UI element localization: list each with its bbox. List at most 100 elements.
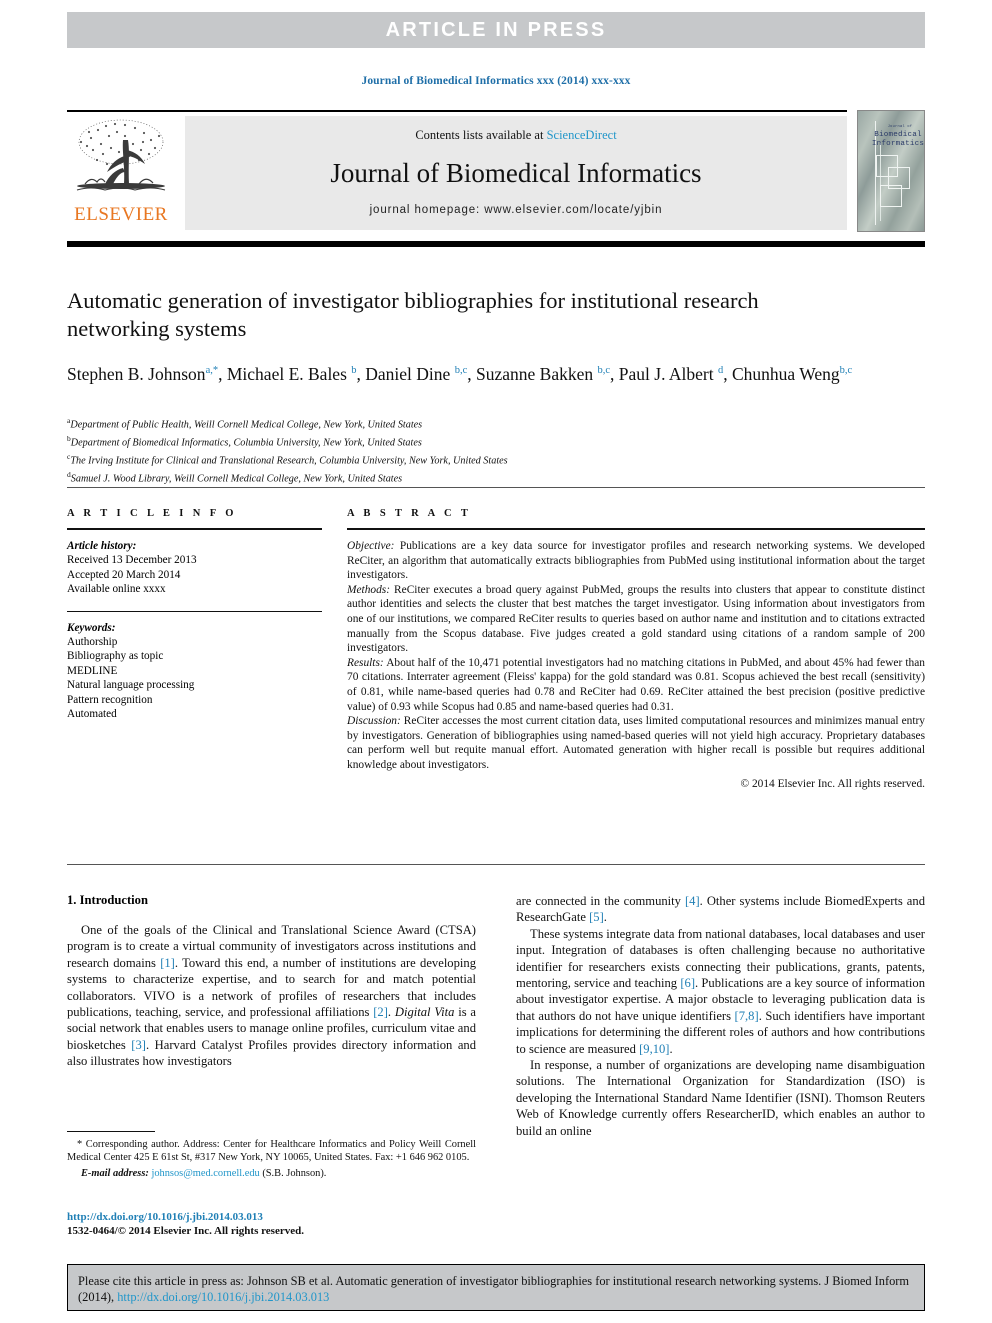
author-1: Michael E. Bales b [226,363,357,384]
elsevier-wordmark: ELSEVIER [74,204,168,225]
product-name: Digital Vita [394,1005,455,1020]
abstract-objective-label: Objective: [347,540,395,552]
journal-cover-artwork: Journal of Biomedical Informatics [866,115,924,227]
article-in-press-label: ARTICLE IN PRESS [385,18,607,41]
abstract-column: A B S T R A C T Objective: Publications … [347,508,925,791]
citation-ref[interactable]: [6] [680,976,695,990]
affiliation-c: cThe Irving Institute for Clinical and T… [67,451,508,467]
email-suffix: (S.B. Johnson). [259,1168,327,1180]
paragraph-intro-2: are connected in the community [4]. Othe… [516,894,925,925]
abstract-objective-text: Publications are a key data source for i… [347,540,925,582]
article-info-rule [67,528,322,530]
article-info-column: A R T I C L E I N F O Article history: R… [67,508,322,721]
info-band-bottom-rule [67,864,925,865]
masthead-top-rule [67,110,847,112]
cover-journal-of-label: Journal of [887,125,913,129]
author-5: Chunhua Wengb,c [731,363,853,384]
citation-ref[interactable]: [1] [160,956,175,970]
email-label: E-mail address: [81,1168,149,1180]
keyword-3: Natural language processing [67,679,195,692]
article-info-heading: A R T I C L E I N F O [67,508,237,519]
author-3: Suzanne Bakken b,c [475,363,611,384]
masthead-center-panel: Contents lists available at ScienceDirec… [185,116,847,230]
footnote-block: * Corresponding author. Address: Center … [67,1138,476,1181]
doi-block: http://dx.doi.org/10.1016/j.jbi.2014.03.… [67,1210,487,1238]
article-history-block: Article history: Received 13 December 20… [67,539,322,597]
keyword-4: Pattern recognition [67,693,153,706]
keywords-block: Keywords: Authorship Bibliography as top… [67,621,322,722]
article-history-accepted: Accepted 20 March 2014 [67,568,181,581]
affiliation-d: dSamuel J. Wood Library, Weill Cornell M… [67,469,403,485]
abstract-copyright: © 2014 Elsevier Inc. All rights reserved… [740,777,925,790]
paragraph-intro-1: One of the goals of the Clinical and Tra… [67,923,477,1069]
citation-ref[interactable]: [3] [131,1038,146,1052]
body-column-left: 1. Introduction One of the goals of the … [67,893,476,1070]
info-band-top-rule [67,487,925,488]
please-cite-doi-link[interactable]: http://dx.doi.org/10.1016/j.jbi.2014.03.… [117,1290,329,1304]
author-1-sup: b [351,365,357,376]
journal-cover-thumbnail: Journal of Biomedical Informatics [857,110,925,232]
journal-homepage-line[interactable]: journal homepage: www.elsevier.com/locat… [185,204,847,216]
affiliation-a: aDepartment of Public Health, Weill Corn… [67,416,423,431]
article-history-online: Available online xxxx [67,583,166,596]
email-line: E-mail address: johnsos@med.cornell.edu … [67,1167,476,1180]
paragraph-intro-3: These systems integrate data from nation… [516,926,925,1056]
email-link[interactable]: johnsos@med.cornell.edu [151,1168,259,1179]
affiliation-list: aDepartment of Public Health, Weill Corn… [67,414,897,486]
author-3-sup: b,c [597,365,611,376]
keywords-rule [67,610,322,612]
article-in-press-banner: ARTICLE IN PRESS [67,12,925,48]
journal-masthead: ELSEVIER Contents lists available at Sci… [67,110,925,232]
body-column-right: are connected in the community [4]. Othe… [516,893,925,1139]
citation-ref[interactable]: [2] [373,1005,388,1019]
abstract-discussion: Discussion: ReCiter accesses the most cu… [347,714,925,772]
contents-available-line: Contents lists available at ScienceDirec… [185,128,847,143]
corresponding-author-note: * Corresponding author. Address: Center … [67,1139,476,1164]
article-history-received: Received 13 December 2013 [67,554,197,567]
doi-link[interactable]: http://dx.doi.org/10.1016/j.jbi.2014.03.… [67,1210,487,1224]
keywords-label: Keywords: [67,621,116,634]
abstract-body: Objective: Publications are a key data s… [347,539,925,791]
cover-title-line-1: Biomedical [874,131,922,139]
journal-title: Journal of Biomedical Informatics [330,158,702,188]
masthead-bottom-rule [67,241,925,247]
author-5-sup: b,c [839,365,853,376]
keyword-1: Bibliography as topic [67,650,164,663]
abstract-results: Results: About half of the 10,471 potent… [347,656,925,714]
elsevier-tree-icon [76,119,166,191]
affiliation-b: bDepartment of Biomedical Informatics, C… [67,433,422,449]
cover-title-line-2: Informatics [871,140,925,148]
footnote-rule [67,1131,155,1132]
citation-ref[interactable]: [9,10] [639,1042,669,1056]
author-2-sup: b,c [454,365,468,376]
paragraph-intro-4: In response, a number of organizations a… [516,1058,925,1138]
citation-ref[interactable]: [7,8] [735,1009,759,1023]
please-cite-text: Please cite this article in press as: Jo… [78,1273,916,1305]
please-cite-box: Please cite this article in press as: Jo… [67,1264,925,1311]
issn-copyright-line: 1532-0464/© 2014 Elsevier Inc. All right… [67,1225,304,1237]
citation-ref[interactable]: [4] [685,894,700,908]
abstract-methods-text: ReCiter executes a broad query against P… [347,583,925,655]
author-list: Stephen B. Johnsona,*, Michael E. Bales … [67,363,853,384]
author-0: Stephen B. Johnsona,* [67,363,219,384]
page-title: Automatic generation of investigator bib… [67,288,759,341]
author-4-sup: d [717,365,724,376]
sciencedirect-link[interactable]: ScienceDirect [547,128,617,142]
section-title-introduction: 1. Introduction [67,893,148,907]
author-0-sup: a,* [205,365,219,376]
elsevier-logo: ELSEVIER [67,116,175,230]
abstract-results-text: About half of the 10,471 potential inves… [347,656,925,713]
cover-square-3 [880,185,902,207]
keyword-0: Authorship [67,636,118,649]
abstract-results-label: Results: [347,656,384,669]
citation-ref[interactable]: [5] [589,910,604,924]
contents-prefix: Contents lists available at [415,128,547,142]
abstract-methods-label: Methods: [347,583,391,596]
running-head: Journal of Biomedical Informatics xxx (2… [361,75,631,87]
keyword-2: MEDLINE [67,664,118,677]
author-4: Paul J. Albert d [618,363,724,384]
abstract-discussion-text: ReCiter accesses the most current citati… [347,715,925,771]
keyword-5: Automated [67,708,117,721]
abstract-methods: Methods: ReCiter executes a broad query … [347,583,925,656]
abstract-heading: A B S T R A C T [347,508,472,519]
